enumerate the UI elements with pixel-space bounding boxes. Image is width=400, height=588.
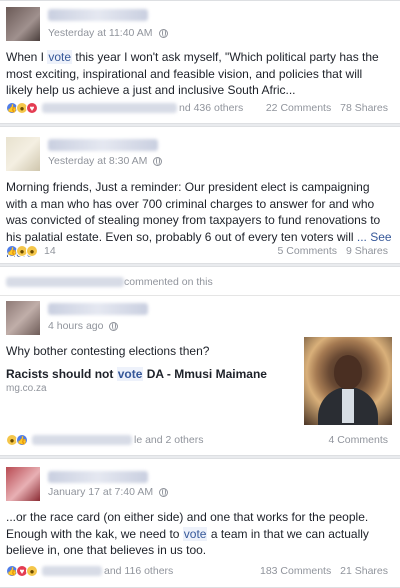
post-text: Why bother contesting elections then? xyxy=(6,344,210,358)
shares-count[interactable]: 9 Shares xyxy=(346,245,388,257)
post-text: ...or the race card (on either side) and… xyxy=(6,510,369,557)
post-stats: 22 Comments 78 Shares xyxy=(266,102,388,114)
post-meta: 4 hours ago xyxy=(48,320,119,332)
wow-icon: ● xyxy=(26,565,38,577)
shares-count[interactable]: 78 Shares xyxy=(340,102,388,114)
search-highlight: vote xyxy=(116,367,144,381)
globe-icon xyxy=(109,321,119,331)
post-text: When I vote this year I won't ask myself… xyxy=(6,50,379,97)
post-timestamp[interactable]: Yesterday at 11:40 AM xyxy=(48,27,153,39)
post-stats: 5 Comments 9 Shares xyxy=(278,245,388,257)
activity-header: commented on this xyxy=(6,275,392,289)
comments-count[interactable]: 5 Comments xyxy=(278,245,338,257)
feed-post: Yesterday at 8:30 AM Morning friends, Ju… xyxy=(0,126,400,264)
post-timestamp[interactable]: 4 hours ago xyxy=(48,320,103,332)
post-meta: Yesterday at 11:40 AM xyxy=(48,27,168,39)
post-meta: January 17 at 7:40 AM xyxy=(48,486,169,498)
like-icon: 👍 xyxy=(16,434,28,446)
globe-icon xyxy=(158,28,168,38)
avatar[interactable] xyxy=(6,301,40,335)
search-highlight: vote xyxy=(182,526,208,541)
reaction-count: and 116 others xyxy=(104,565,174,577)
post-meta: Yesterday at 8:30 AM xyxy=(48,155,163,167)
post-timestamp[interactable]: January 17 at 7:40 AM xyxy=(48,486,153,498)
love-icon: ♥ xyxy=(26,102,38,114)
activity-text: commented on this xyxy=(124,276,213,288)
shares-count[interactable]: 21 Shares xyxy=(340,565,388,577)
post-stats: 4 Comments xyxy=(328,434,388,446)
link-title[interactable]: Racists should not vote DA - Mmusi Maima… xyxy=(6,367,267,381)
reactions-summary[interactable]: 👍 ● ♥ nd 436 others xyxy=(6,102,243,114)
feed-post: commented on this 4 hours ago Why bother… xyxy=(0,266,400,456)
reaction-count: nd 436 others xyxy=(179,102,244,114)
author-name[interactable] xyxy=(48,471,148,483)
comments-count[interactable]: 4 Comments xyxy=(328,434,388,446)
avatar[interactable] xyxy=(6,7,40,41)
reaction-count: le and 2 others xyxy=(134,434,204,446)
globe-icon xyxy=(153,156,163,166)
avatar[interactable] xyxy=(6,467,40,501)
reactions-summary[interactable]: 👍 ● ● 14 xyxy=(6,245,56,257)
reacted-names xyxy=(42,566,102,576)
avatar[interactable] xyxy=(6,137,40,171)
reaction-count: 14 xyxy=(44,245,56,257)
author-name[interactable] xyxy=(48,9,148,21)
search-highlight: vote xyxy=(47,50,73,64)
post-stats: 183 Comments 21 Shares xyxy=(260,565,388,577)
reacted-names xyxy=(42,103,177,113)
comments-count[interactable]: 183 Comments xyxy=(260,565,331,577)
post-timestamp[interactable]: Yesterday at 8:30 AM xyxy=(48,155,147,167)
link-source: mg.co.za xyxy=(6,383,47,394)
reactions-summary[interactable]: ● 👍 le and 2 others xyxy=(6,434,203,446)
haha-icon: ● xyxy=(26,245,38,257)
news-feed: Yesterday at 11:40 AM When I vote this y… xyxy=(0,0,400,588)
author-name[interactable] xyxy=(48,139,158,151)
comments-count[interactable]: 22 Comments xyxy=(266,102,331,114)
divider xyxy=(0,295,400,296)
feed-post: January 17 at 7:40 AM ...or the race car… xyxy=(0,458,400,588)
friend-name[interactable] xyxy=(6,277,124,287)
link-thumbnail[interactable] xyxy=(304,337,392,425)
globe-icon xyxy=(159,487,169,497)
reactions-summary[interactable]: 👍 ♥ ● and 116 others xyxy=(6,565,173,577)
reacted-names xyxy=(32,435,132,445)
author-name[interactable] xyxy=(48,303,148,315)
feed-post: Yesterday at 11:40 AM When I vote this y… xyxy=(0,0,400,124)
